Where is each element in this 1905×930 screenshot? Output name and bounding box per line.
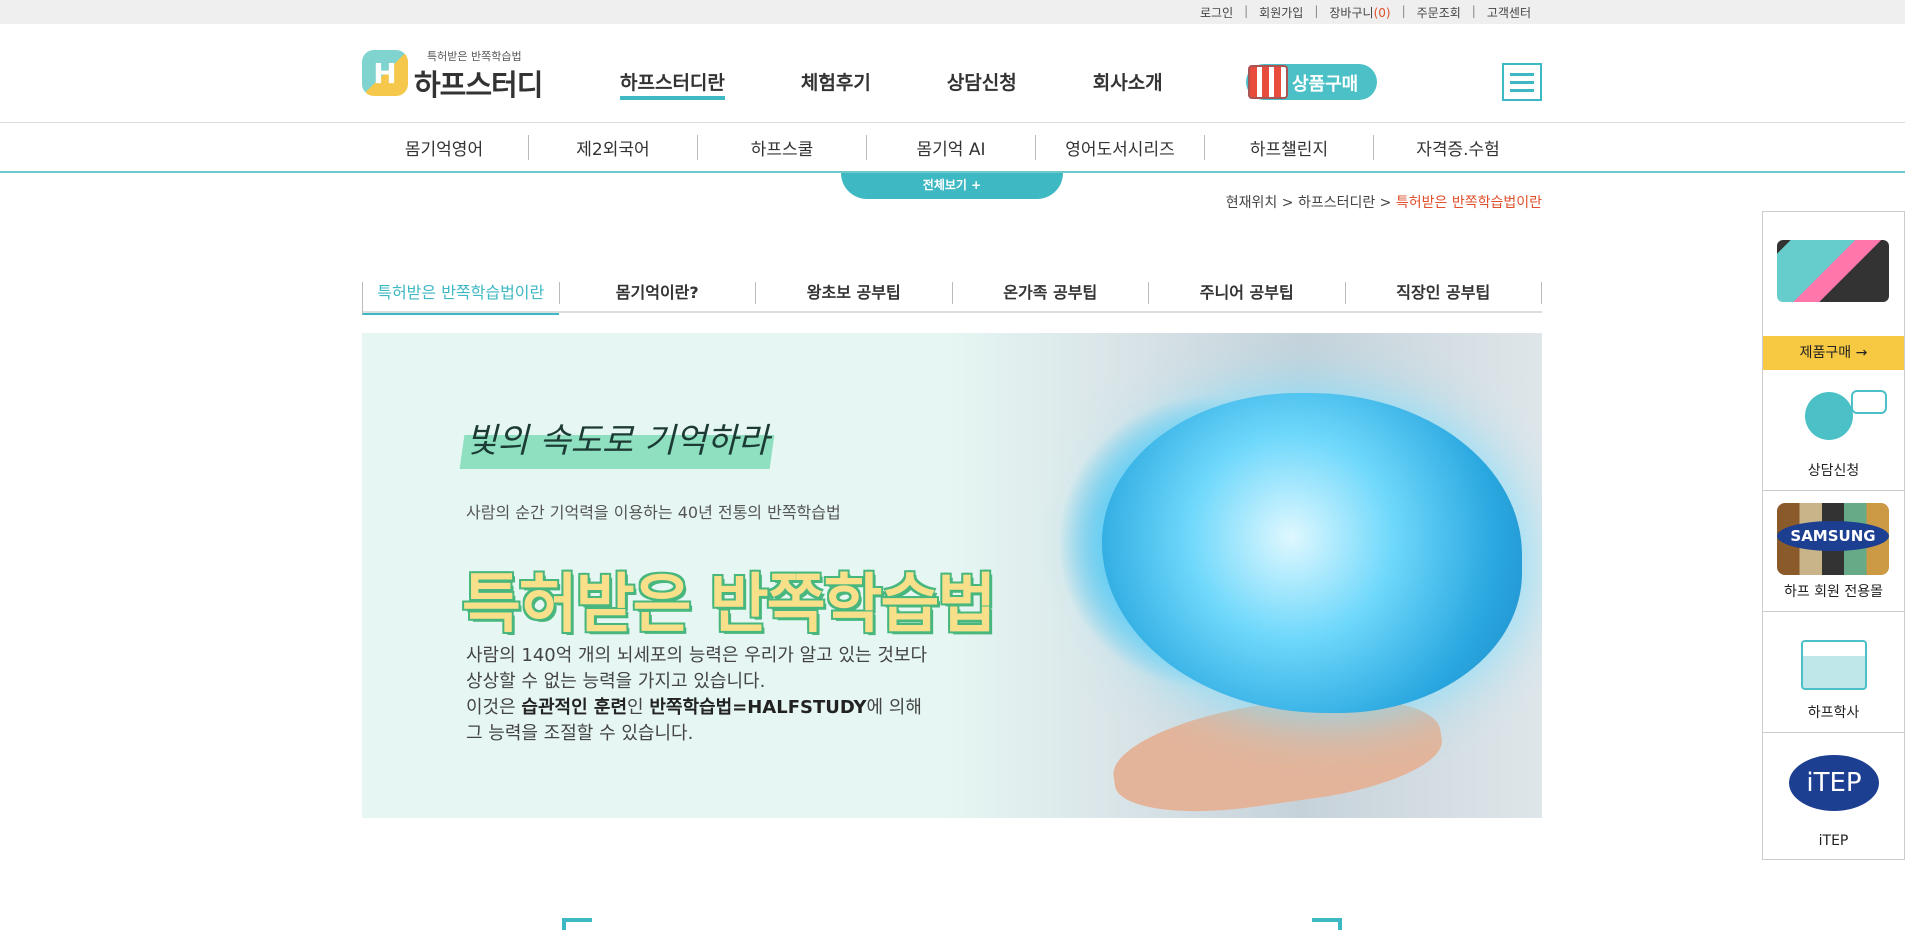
product-buy-button[interactable]: 상품구매 (1246, 64, 1377, 100)
tab-family-tips[interactable]: 온가족 공부팁 (951, 282, 1149, 304)
category-body-memory-ai[interactable]: 몸기억 AI (867, 135, 1036, 160)
category-half-school[interactable]: 하프스쿨 (698, 135, 867, 160)
customer-center-link[interactable]: 고객센터 (1476, 4, 1542, 21)
category-english-books[interactable]: 영어도서시리즈 (1036, 135, 1205, 160)
tablet-icon (1777, 240, 1889, 302)
hero-banner: 빛의 속도로 기억하라 사람의 순간 기억력을 이용하는 40년 전통의 반쪽학… (362, 333, 1542, 818)
quick-side-panel: 제품구매 → 상담신청 SAMSUNG 하프 회원 전용몰 하프학사 iTEP … (1762, 211, 1905, 860)
category-half-challenge[interactable]: 하프챌린지 (1205, 135, 1374, 160)
side-consult-button[interactable]: 상담신청 (1763, 370, 1904, 491)
join-link[interactable]: 회원가입 (1248, 4, 1314, 21)
side-member-mall-label: 하프 회원 전용몰 (1783, 584, 1884, 600)
category-certification[interactable]: 자격증.수험 (1374, 135, 1542, 160)
category-body-memory-english[interactable]: 몸기억영어 (360, 135, 529, 160)
breadcrumb-current: 특허받은 반쪽학습법이란 (1395, 195, 1542, 211)
hero-desc-line: 그 능력을 조절할 수 있습니다. (466, 723, 694, 744)
cart-label: 장바구니 (1329, 6, 1374, 20)
samsung-logo: SAMSUNG (1777, 521, 1889, 551)
section-bracket-left (562, 918, 592, 930)
tab-patented-method[interactable]: 특허받은 반쪽학습법이란 (362, 282, 559, 315)
hero-description: 사람의 140억 개의 뇌세포의 능력은 우리가 알고 있는 것보다 상상할 수… (466, 643, 927, 747)
side-buy-button[interactable]: 제품구매 → (1763, 336, 1904, 370)
chat-bubble-icon (1851, 390, 1887, 414)
hero-script-text: 빛의 속도로 기억하라 (466, 421, 770, 461)
tab-beginner-tips[interactable]: 왕초보 공부팁 (755, 282, 952, 304)
side-academy-button[interactable]: 하프학사 (1763, 612, 1904, 733)
hero-title: 특허받은 반쪽학습법 (462, 568, 996, 642)
hamburger-menu-button[interactable] (1502, 63, 1542, 101)
cart-count: (0) (1373, 6, 1391, 20)
section-bracket-right (1312, 918, 1342, 930)
nav-item-company[interactable]: 회사소개 (1093, 68, 1163, 100)
hero-desc-line: 이것은 습관적인 훈련인 반쪽학습법=HALFSTUDY에 의해 (466, 697, 922, 718)
side-member-mall-button[interactable]: SAMSUNG 하프 회원 전용몰 (1763, 491, 1904, 612)
product-buy-label: 상품구매 (1292, 74, 1359, 95)
logo-title: 하프스터디 (414, 68, 543, 102)
side-academy-label: 하프학사 (1807, 705, 1860, 721)
header: 특허받은 반쪽학습법 하프스터디 하프스터디란 체험후기 상담신청 회사소개 상… (0, 24, 1905, 123)
hero-desc-line: 상상할 수 없는 능력을 가지고 있습니다. (466, 671, 766, 692)
menu-line-icon (1510, 81, 1534, 84)
order-link[interactable]: 주문조회 (1406, 4, 1472, 21)
menu-line-icon (1510, 73, 1534, 76)
side-itep-button[interactable]: iTEP iTEP (1763, 733, 1904, 859)
menu-line-icon (1510, 89, 1534, 92)
emphasis-text: 습관적인 훈련 (521, 697, 628, 718)
nav-item-consult[interactable]: 상담신청 (947, 68, 1017, 100)
store-icon (1248, 65, 1288, 99)
side-consult-label: 상담신청 (1807, 463, 1860, 479)
tab-worker-tips[interactable]: 직장인 공부팁 (1344, 282, 1542, 304)
school-building-icon (1801, 640, 1867, 690)
category-second-language[interactable]: 제2외국어 (529, 135, 698, 160)
view-all-button[interactable]: 전체보기 + (841, 173, 1063, 199)
logo[interactable]: 특허받은 반쪽학습법 하프스터디 (362, 48, 543, 102)
utility-links: 로그인 | 회원가입 | 장바구니(0) | 주문조회 | 고객센터 (1189, 4, 1542, 21)
logo-mark-icon (362, 50, 408, 96)
emphasis-text: 반쪽학습법=HALFSTUDY (649, 697, 867, 718)
tab-junior-tips[interactable]: 주니어 공부팁 (1148, 282, 1345, 304)
content-tabs: 특허받은 반쪽학습법이란 몸기억이란? 왕초보 공부팁 온가족 공부팁 주니어 … (362, 280, 1542, 315)
cart-link[interactable]: 장바구니(0) (1318, 4, 1401, 21)
nav-item-halfstudy[interactable]: 하프스터디란 (620, 68, 725, 100)
login-link[interactable]: 로그인 (1189, 4, 1244, 21)
main-nav: 하프스터디란 체험후기 상담신청 회사소개 (620, 68, 1239, 100)
itep-logo: iTEP (1789, 755, 1879, 811)
headset-agent-icon (1805, 392, 1853, 440)
breadcrumb: 현재위치 > 하프스터디란 > 특허받은 반쪽학습법이란 (1226, 192, 1542, 212)
tab-body-memory[interactable]: 몸기억이란? (558, 282, 756, 304)
top-utility-bar: 로그인 | 회원가입 | 장바구니(0) | 주문조회 | 고객센터 (0, 0, 1905, 24)
side-itep-label: iTEP (1818, 833, 1849, 849)
hero-subtitle: 사람의 순간 기억력을 이용하는 40년 전통의 반쪽학습법 (466, 503, 841, 522)
category-nav: 몸기억영어 제2외국어 하프스쿨 몸기억 AI 영어도서시리즈 하프챌린지 자격… (0, 123, 1905, 173)
hero-desc-line: 사람의 140억 개의 뇌세포의 능력은 우리가 알고 있는 것보다 (466, 645, 928, 666)
nav-item-reviews[interactable]: 체험후기 (801, 68, 871, 100)
breadcrumb-path: 현재위치 > 하프스터디란 > (1225, 195, 1396, 211)
side-product-image[interactable] (1763, 212, 1904, 336)
